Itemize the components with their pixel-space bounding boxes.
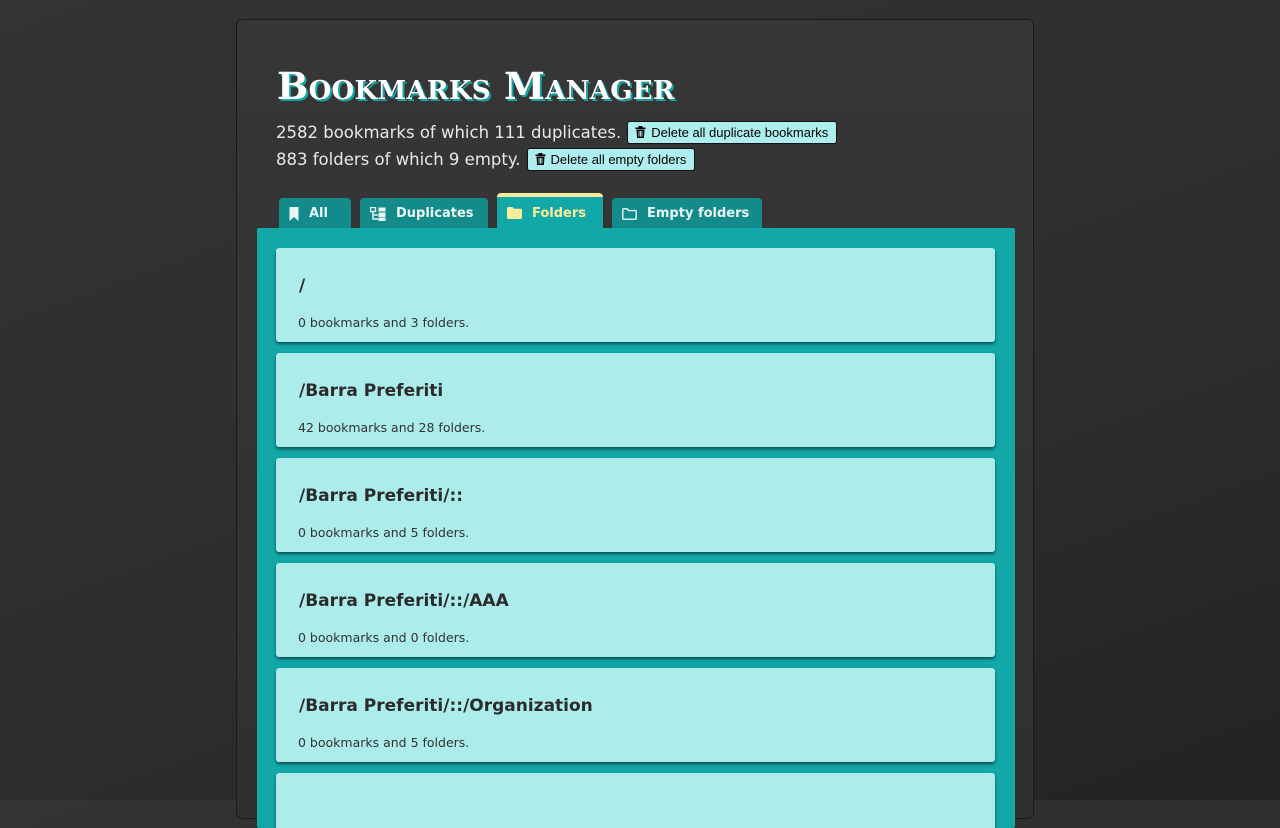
folder-card[interactable]: /Barra Preferiti/::/Organization 0 bookm… — [276, 668, 995, 762]
folder-list: / 0 bookmarks and 3 folders. /Barra Pref… — [257, 228, 1015, 828]
tab-label: Folders — [532, 205, 587, 221]
folder-path: / — [299, 276, 306, 296]
folder-path: /Barra Preferiti/::/Organization — [299, 696, 593, 716]
bookmark-icon — [289, 206, 299, 221]
tab-all[interactable]: All — [279, 198, 351, 229]
folder-card[interactable]: /Barra Preferiti 42 bookmarks and 28 fol… — [276, 353, 995, 447]
folder-stats: 0 bookmarks and 5 folders. — [298, 735, 470, 750]
duplicates-icon — [370, 206, 386, 221]
folder-path: /Barra Preferiti — [299, 381, 444, 401]
folder-card[interactable]: / 0 bookmarks and 3 folders. — [276, 248, 995, 342]
trash-icon — [535, 153, 546, 165]
bookmarks-summary: 2582 bookmarks of which 111 duplicates. — [276, 122, 622, 142]
folders-summary-row: 883 folders of which 9 empty. Delete all… — [276, 147, 696, 171]
folders-summary: 883 folders of which 9 empty. — [276, 149, 521, 169]
tab-label: Duplicates — [396, 206, 474, 221]
tab-label: All — [309, 206, 328, 221]
delete-duplicates-button[interactable]: Delete all duplicate bookmarks — [627, 120, 838, 144]
tab-folders[interactable]: Folders — [497, 193, 603, 229]
folder-stats: 0 bookmarks and 3 folders. — [298, 315, 470, 330]
delete-duplicates-label: Delete all duplicate bookmarks — [651, 124, 829, 140]
bookmarks-manager-panel: Bookmarks Manager 2582 bookmarks of whic… — [236, 19, 1034, 828]
page-title: Bookmarks Manager — [277, 64, 675, 108]
delete-empty-folders-button[interactable]: Delete all empty folders — [526, 147, 696, 171]
tab-label: Empty folders — [647, 206, 750, 221]
folder-card[interactable] — [276, 773, 995, 828]
bookmarks-summary-row: 2582 bookmarks of which 111 duplicates. … — [276, 120, 838, 144]
tab-duplicates[interactable]: Duplicates — [360, 198, 488, 229]
folder-path: /Barra Preferiti/::/AAA — [299, 591, 509, 611]
trash-icon — [635, 126, 646, 138]
empty-folder-icon — [622, 207, 637, 220]
folder-card[interactable]: /Barra Preferiti/:: 0 bookmarks and 5 fo… — [276, 458, 995, 552]
folder-card[interactable]: /Barra Preferiti/::/AAA 0 bookmarks and … — [276, 563, 995, 657]
folder-stats: 0 bookmarks and 5 folders. — [298, 525, 470, 540]
tab-empty-folders[interactable]: Empty folders — [612, 198, 762, 229]
folder-path: /Barra Preferiti/:: — [299, 486, 464, 506]
folder-stats: 0 bookmarks and 0 folders. — [298, 630, 470, 645]
folder-icon — [507, 207, 522, 219]
delete-empty-folders-label: Delete all empty folders — [550, 151, 687, 167]
folder-stats: 42 bookmarks and 28 folders. — [298, 420, 486, 435]
